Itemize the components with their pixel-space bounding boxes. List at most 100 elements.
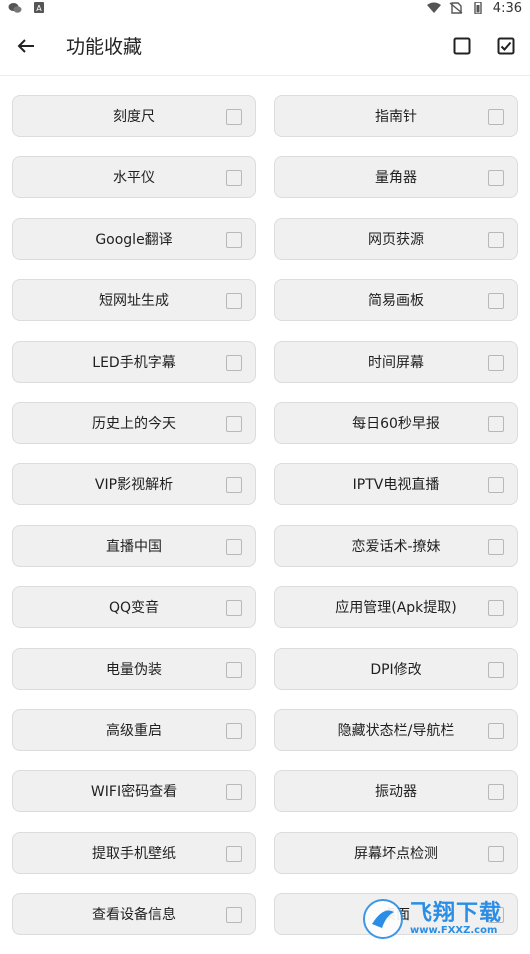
tool-checkbox[interactable] [488, 170, 504, 187]
tool-label: WIFI密码查看 [90, 784, 178, 801]
tool-label: 网页获源 [368, 231, 424, 248]
back-button[interactable] [0, 16, 52, 76]
tool-label: DPI修改 [370, 661, 422, 678]
tool-checkbox[interactable] [226, 845, 242, 862]
tool-tile[interactable]: 简易画板 [274, 279, 518, 322]
tool-label: 每日60秒早报 [352, 415, 440, 432]
tool-label: 简易画板 [368, 293, 424, 310]
tool-tile[interactable]: QQ变音 [12, 586, 256, 629]
tool-checkbox[interactable] [488, 415, 504, 432]
tool-tile[interactable]: VIP影视解析 [12, 463, 256, 506]
tool-checkbox[interactable] [226, 109, 242, 125]
tool-checkbox[interactable] [488, 661, 504, 678]
tool-tile[interactable]: 电量伪装 [12, 647, 256, 690]
tool-label: 恋爱话术-撩妹 [351, 538, 441, 555]
tool-checkbox[interactable] [226, 354, 242, 371]
tool-tile[interactable]: 桌面 [274, 893, 518, 936]
tool-label: 应用管理(Apk提取) [335, 600, 457, 617]
tool-label: 查看设备信息 [92, 907, 176, 924]
tool-tile[interactable]: WIFI密码查看 [12, 770, 256, 813]
tool-label: 刻度尺 [113, 109, 155, 125]
tool-tile[interactable]: 查看设备信息 [12, 893, 256, 936]
tool-checkbox[interactable] [488, 845, 504, 862]
tool-label: IPTV电视直播 [352, 477, 440, 494]
tool-checkbox[interactable] [226, 231, 242, 248]
tool-checkbox[interactable] [226, 661, 242, 678]
tool-checkbox[interactable] [226, 538, 242, 555]
checkbox-checked-icon [497, 37, 515, 54]
tool-label: 直播中国 [106, 538, 162, 555]
tool-checkbox[interactable] [488, 293, 504, 310]
app-bar: 功能收藏 [0, 16, 530, 76]
tool-checkbox[interactable] [226, 722, 242, 739]
tool-checkbox[interactable] [226, 784, 242, 801]
tool-tile[interactable]: 网页获源 [274, 217, 518, 260]
tool-label: 隐藏状态栏/导航栏 [337, 722, 455, 739]
tool-tile[interactable]: 高级重启 [12, 708, 256, 751]
tool-label: Google翻译 [95, 231, 173, 248]
tool-tile[interactable]: DPI修改 [274, 647, 518, 690]
status-bar: A 4:36 [0, 0, 530, 16]
tool-tile[interactable]: LED手机字幕 [12, 340, 256, 383]
wifi-icon [426, 2, 441, 13]
tool-label: 历史上的今天 [92, 415, 176, 432]
no-sim-icon [449, 2, 463, 14]
battery-icon [474, 2, 482, 14]
select-all-button[interactable] [484, 16, 528, 76]
tool-tile[interactable]: 水平仪 [12, 156, 256, 199]
tool-tile[interactable]: 量角器 [274, 156, 518, 199]
tool-label: 高级重启 [106, 722, 162, 739]
tool-tile[interactable]: 恋爱话术-撩妹 [274, 524, 518, 567]
tool-tile[interactable]: 历史上的今天 [12, 401, 256, 444]
tool-tile[interactable]: 隐藏状态栏/导航栏 [274, 708, 518, 751]
tool-label: 屏幕坏点检测 [354, 845, 438, 862]
tool-label: QQ变音 [108, 600, 160, 617]
tool-label: LED手机字幕 [92, 354, 176, 371]
tool-tile[interactable]: 直播中国 [12, 524, 256, 567]
tool-tile[interactable]: 时间屏幕 [274, 340, 518, 383]
tool-checkbox[interactable] [226, 477, 242, 494]
tool-tile[interactable]: 提取手机壁纸 [12, 831, 256, 874]
svg-text:A: A [36, 4, 42, 13]
tool-tile[interactable]: 指南针 [274, 95, 518, 137]
tool-checkbox[interactable] [226, 907, 242, 924]
tool-checkbox[interactable] [488, 784, 504, 801]
tool-label: 量角器 [375, 170, 417, 187]
tool-checkbox[interactable] [226, 293, 242, 310]
tool-checkbox[interactable] [488, 600, 504, 617]
tool-label: VIP影视解析 [94, 477, 174, 494]
clock-time: 4:36 [492, 0, 522, 16]
deselect-all-button[interactable] [440, 16, 484, 76]
tool-checkbox[interactable] [488, 538, 504, 555]
page-title: 功能收藏 [66, 36, 143, 58]
tool-checkbox[interactable] [488, 722, 504, 739]
app-notification-icon: A [34, 2, 44, 13]
tool-tile[interactable]: 短网址生成 [12, 279, 256, 322]
tool-checkbox[interactable] [488, 231, 504, 248]
tool-grid: 刻度尺 指南针水平仪 量角器 Google翻译 网页获源短网址生成 简易画板 LED手机字幕… [12, 95, 518, 936]
tool-checkbox[interactable] [226, 600, 242, 617]
tool-checkbox[interactable] [488, 477, 504, 494]
tool-checkbox[interactable] [226, 415, 242, 432]
wechat-icon [8, 3, 22, 13]
tool-checkbox[interactable] [488, 354, 504, 371]
tool-tile[interactable]: 每日60秒早报 [274, 401, 518, 444]
tool-tile[interactable]: 刻度尺 [12, 95, 256, 137]
tool-label: 振动器 [375, 784, 417, 801]
tool-label: 短网址生成 [99, 293, 169, 310]
tool-checkbox[interactable] [488, 109, 504, 125]
tool-tile[interactable]: Google翻译 [12, 217, 256, 260]
tool-tile[interactable]: 应用管理(Apk提取) [274, 586, 518, 629]
checkbox-empty-icon [453, 37, 471, 54]
tool-label: 时间屏幕 [368, 354, 424, 371]
tool-checkbox[interactable] [226, 170, 242, 187]
tool-tile[interactable]: 屏幕坏点检测 [274, 831, 518, 874]
tool-label: 水平仪 [113, 170, 155, 187]
arrow-left-icon [17, 38, 34, 53]
tool-label: 指南针 [375, 109, 417, 125]
tool-label: 电量伪装 [106, 661, 162, 678]
tool-tile[interactable]: IPTV电视直播 [274, 463, 518, 506]
tool-checkbox[interactable] [488, 907, 504, 924]
tool-label: 提取手机壁纸 [92, 845, 176, 862]
tool-tile[interactable]: 振动器 [274, 770, 518, 813]
